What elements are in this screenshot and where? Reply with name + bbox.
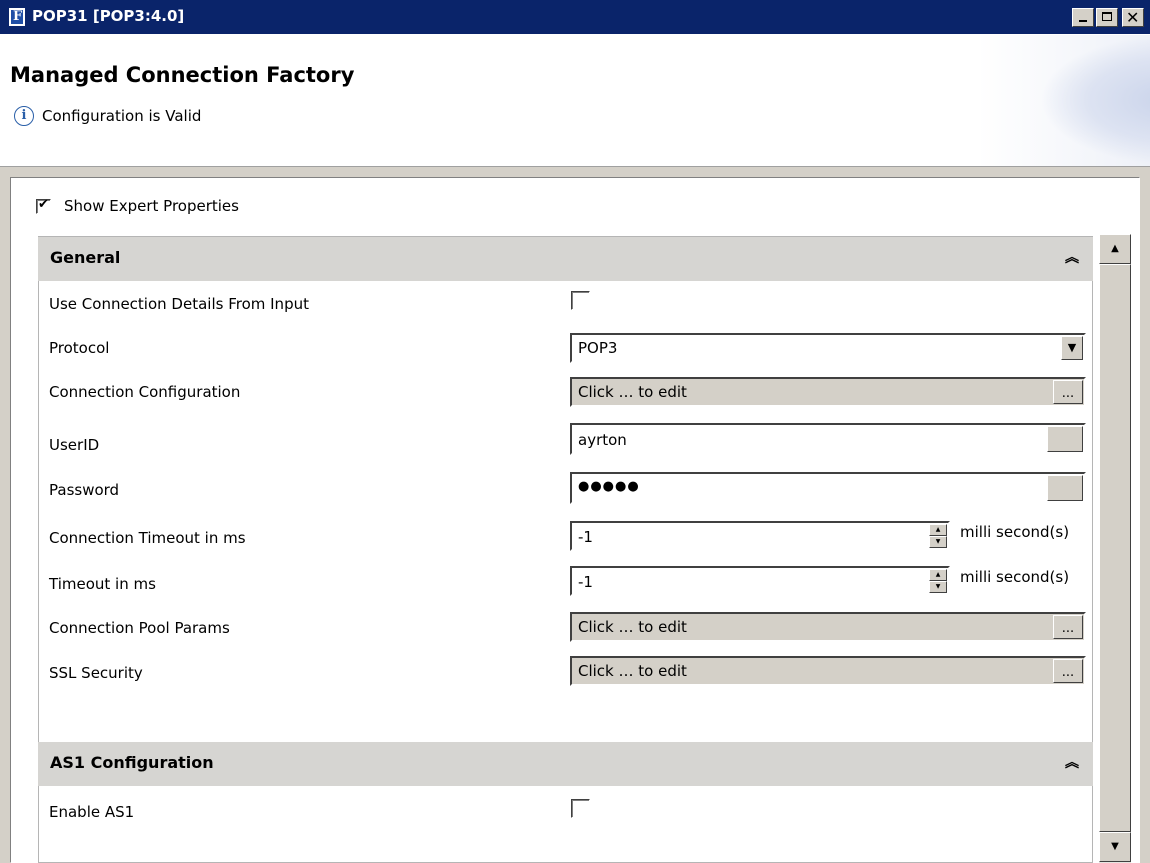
chevron-down-icon[interactable]: ▼ <box>929 581 947 593</box>
scroll-down-button[interactable]: ▼ <box>1099 832 1131 862</box>
app-f-icon[interactable]: F <box>8 7 26 27</box>
section-title: AS1 Configuration <box>50 753 214 772</box>
header-decoration <box>1040 35 1150 165</box>
ssl-label: SSL Security <box>49 664 143 682</box>
collapse-icon[interactable]: ︽ <box>1065 247 1079 267</box>
show-expert-label: Show Expert Properties <box>64 197 239 215</box>
section-title: General <box>50 248 121 267</box>
section-general-header[interactable]: General ︽ <box>38 237 1093 281</box>
window-controls: ✕ <box>1072 8 1144 27</box>
close-icon: ✕ <box>1126 8 1140 27</box>
chevron-up-icon[interactable]: ▲ <box>929 524 947 536</box>
conn-config-edit-button[interactable]: ... <box>1053 380 1083 404</box>
userid-value: ayrton <box>578 431 627 449</box>
enable-as1-label: Enable AS1 <box>49 803 135 821</box>
password-label: Password <box>49 481 120 499</box>
page-title: Managed Connection Factory <box>10 63 355 87</box>
conn-config-field[interactable]: Click … to edit ... <box>570 377 1086 407</box>
title-bar[interactable]: F POP31 [POP3:4.0] ✕ <box>0 0 1150 35</box>
password-value: ●●●●● <box>578 479 640 494</box>
pool-params-field[interactable]: Click … to edit ... <box>570 612 1086 642</box>
collapse-icon[interactable]: ︽ <box>1065 752 1079 772</box>
pool-params-edit-button[interactable]: ... <box>1053 615 1083 639</box>
stepper-arrows[interactable]: ▲ ▼ <box>929 569 947 593</box>
ssl-edit-button[interactable]: ... <box>1053 659 1083 683</box>
section-as1-header[interactable]: AS1 Configuration ︽ <box>38 742 1093 786</box>
conn-timeout-unit: milli second(s) <box>960 523 1070 541</box>
close-button[interactable]: ✕ <box>1122 8 1144 27</box>
timeout-stepper[interactable]: -1 ▲ ▼ <box>570 566 950 596</box>
password-side-button[interactable] <box>1047 475 1083 501</box>
use-conn-details-label: Use Connection Details From Input <box>49 295 309 313</box>
enable-as1-checkbox[interactable] <box>571 799 590 818</box>
show-expert-checkbox[interactable] <box>36 197 51 214</box>
userid-input[interactable]: ayrton <box>570 423 1086 455</box>
conn-config-value: Click … to edit <box>578 383 687 401</box>
chevron-down-icon[interactable]: ▼ <box>1061 336 1083 360</box>
protocol-value: POP3 <box>578 339 618 357</box>
conn-timeout-stepper[interactable]: -1 ▲ ▼ <box>570 521 950 551</box>
chevron-up-icon[interactable]: ▲ <box>929 569 947 581</box>
page-header: Managed Connection Factory i Configurati… <box>0 35 1150 167</box>
userid-label: UserID <box>49 436 100 454</box>
validation-status: Configuration is Valid <box>42 107 202 125</box>
stepper-arrows[interactable]: ▲ ▼ <box>929 524 947 548</box>
conn-config-label: Connection Configuration <box>49 383 241 401</box>
scroll-up-button[interactable]: ▲ <box>1099 234 1131 264</box>
timeout-unit: milli second(s) <box>960 568 1070 586</box>
pool-params-value: Click … to edit <box>578 618 687 636</box>
vertical-scrollbar[interactable]: ▲ ▼ <box>1099 234 1131 863</box>
minimize-icon <box>1079 20 1087 22</box>
window-title: POP31 [POP3:4.0] <box>32 7 185 25</box>
info-icon: i <box>14 106 34 126</box>
ssl-value: Click … to edit <box>578 662 687 680</box>
maximize-button[interactable] <box>1096 8 1118 27</box>
protocol-select[interactable]: POP3 ▼ <box>570 333 1086 363</box>
conn-timeout-label: Connection Timeout in ms <box>49 529 246 547</box>
password-input[interactable]: ●●●●● <box>570 472 1086 504</box>
protocol-label: Protocol <box>49 339 110 357</box>
conn-timeout-value: -1 <box>578 528 593 546</box>
timeout-value: -1 <box>578 573 593 591</box>
ssl-field[interactable]: Click … to edit ... <box>570 656 1086 686</box>
pool-params-label: Connection Pool Params <box>49 619 230 637</box>
use-conn-details-checkbox[interactable] <box>571 291 590 310</box>
timeout-label: Timeout in ms <box>49 575 156 593</box>
chevron-down-icon[interactable]: ▼ <box>929 536 947 548</box>
userid-side-button[interactable] <box>1047 426 1083 452</box>
maximize-icon <box>1102 12 1112 21</box>
minimize-button[interactable] <box>1072 8 1094 27</box>
scroll-thumb[interactable] <box>1099 264 1131 832</box>
